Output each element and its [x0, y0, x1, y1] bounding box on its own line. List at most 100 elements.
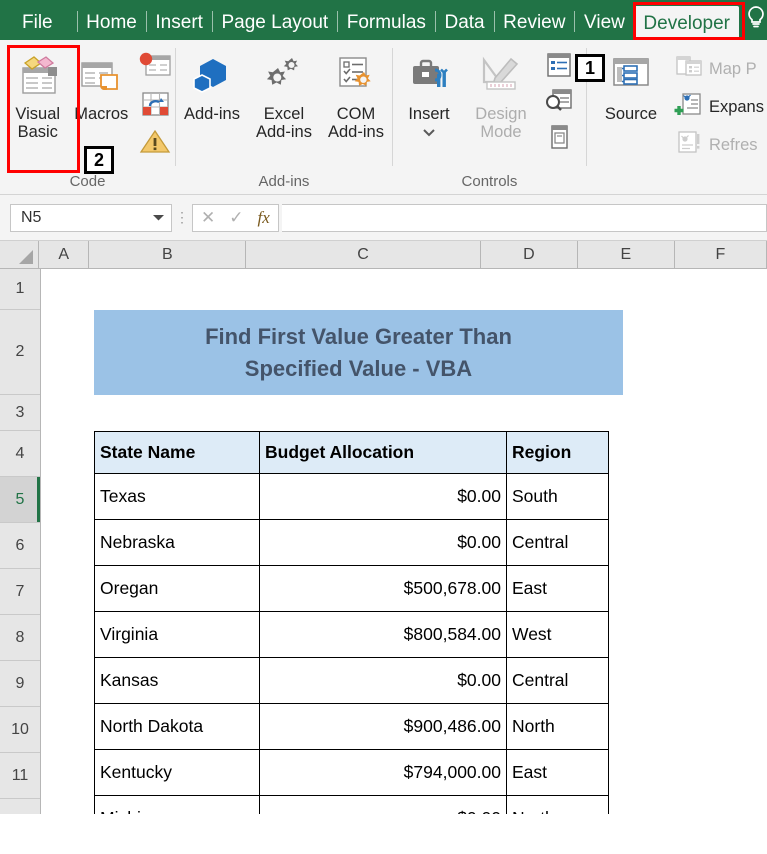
com-add-ins-button[interactable]: COM Add-ins	[320, 48, 392, 142]
cell-region[interactable]: South	[506, 473, 609, 520]
column-header-c[interactable]: C	[246, 241, 481, 268]
cell-state-name[interactable]: Texas	[94, 473, 260, 520]
cell-budget-allocation[interactable]: $0.00	[259, 795, 507, 814]
record-macro-button[interactable]	[135, 51, 175, 86]
column-header-b[interactable]: B	[89, 241, 247, 268]
properties-button[interactable]	[541, 51, 577, 84]
row-header-7[interactable]: 7	[0, 569, 40, 615]
use-relative-references-button[interactable]	[135, 89, 175, 124]
chevron-down-icon[interactable]	[422, 124, 436, 142]
cell-budget-allocation[interactable]: $0.00	[259, 657, 507, 704]
cell-budget-allocation[interactable]: $800,584.00	[259, 611, 507, 658]
tab-insert[interactable]: Insert	[146, 13, 212, 40]
cell-state-name[interactable]: Michigan	[94, 795, 260, 814]
sheet-area[interactable]: Find First Value Greater Than Specified …	[41, 269, 767, 814]
tab-page-layout[interactable]: Page Layout	[212, 13, 337, 40]
cell-state-name[interactable]: Kentucky	[94, 749, 260, 796]
tab-data[interactable]: Data	[435, 13, 493, 40]
fx-icon[interactable]: fx	[258, 208, 270, 228]
enter-icon[interactable]: ✓	[229, 208, 243, 228]
table-row[interactable]: Nebraska $0.00 Central	[94, 519, 609, 566]
tab-developer[interactable]: Developer	[634, 6, 740, 40]
ribbon-group-xml: Source Map P Expans Refres	[587, 40, 767, 194]
name-box[interactable]: N5	[10, 203, 172, 232]
table-row[interactable]: Virginia $800,584.00 West	[94, 611, 609, 658]
refresh-data-icon	[674, 130, 704, 160]
formula-bar: N5 ⋮ ✕ ✓ fx	[0, 195, 767, 241]
column-header-e[interactable]: E	[577, 241, 675, 268]
row-header-5[interactable]: 5	[0, 477, 40, 523]
macros-button[interactable]: Macros	[70, 48, 134, 123]
cell-region[interactable]: East	[506, 565, 609, 612]
com-add-ins-icon	[333, 52, 379, 100]
tab-file[interactable]: File	[0, 13, 77, 40]
table-row[interactable]: Michigan $0.00 North	[94, 795, 609, 814]
visual-basic-button[interactable]: Visual Basic	[6, 48, 70, 142]
excel-add-ins-button[interactable]: Excel Add-ins	[248, 48, 320, 142]
column-header-f[interactable]: F	[674, 241, 767, 268]
table-row[interactable]: Oregan $500,678.00 East	[94, 565, 609, 612]
table-row[interactable]: Kansas $0.00 Central	[94, 657, 609, 704]
cell-region[interactable]: Central	[506, 657, 609, 704]
cell-state-name[interactable]: North Dakota	[94, 703, 260, 750]
cell-budget-allocation[interactable]: $500,678.00	[259, 565, 507, 612]
table-row[interactable]: North Dakota $900,486.00 North	[94, 703, 609, 750]
cell-state-name[interactable]: Virginia	[94, 611, 260, 658]
chevron-down-icon[interactable]	[152, 209, 165, 227]
view-code-button[interactable]	[541, 87, 577, 120]
select-all-corner[interactable]	[0, 241, 39, 268]
refresh-data-label: Refres	[708, 135, 758, 154]
table-row[interactable]: Texas $0.00 South	[94, 473, 609, 520]
row-header-11[interactable]: 11	[0, 753, 40, 799]
row-header-10[interactable]: 10	[0, 707, 40, 753]
relative-references-icon	[138, 90, 172, 123]
macro-security-icon	[138, 128, 172, 159]
expansion-packs-button[interactable]: Expans	[671, 91, 767, 123]
grid-body: 1 2 3 4 5 6 7 8 9 10 11 12 Find First Va…	[0, 269, 767, 814]
cell-region[interactable]: West	[506, 611, 609, 658]
map-properties-icon	[674, 54, 704, 84]
data-table: State Name Budget Allocation Region Texa…	[94, 431, 609, 814]
cell-state-name[interactable]: Nebraska	[94, 519, 260, 566]
row-header-9[interactable]: 9	[0, 661, 40, 707]
insert-control-icon	[406, 52, 452, 100]
ribbon-tab-bar: File Home Insert Page Layout Formulas Da…	[0, 0, 767, 40]
cell-region[interactable]: Central	[506, 519, 609, 566]
cell-budget-allocation[interactable]: $0.00	[259, 473, 507, 520]
cancel-icon[interactable]: ✕	[201, 208, 215, 228]
map-properties-button[interactable]: Map P	[671, 53, 767, 85]
run-dialog-button[interactable]	[541, 123, 577, 156]
formula-bar-buttons: ✕ ✓ fx	[192, 203, 279, 232]
table-row[interactable]: Kentucky $794,000.00 East	[94, 749, 609, 796]
tab-view[interactable]: View	[575, 13, 634, 40]
row-header-8[interactable]: 8	[0, 615, 40, 661]
row-header-6[interactable]: 6	[0, 523, 40, 569]
refresh-data-button[interactable]: Refres	[671, 129, 767, 161]
xml-source-button[interactable]: Source	[595, 48, 667, 123]
column-header-a[interactable]: A	[39, 241, 90, 268]
row-header-3[interactable]: 3	[0, 395, 40, 431]
cell-state-name[interactable]: Kansas	[94, 657, 260, 704]
row-header-2[interactable]: 2	[0, 310, 40, 395]
row-header-4[interactable]: 4	[0, 431, 40, 477]
macro-security-button[interactable]	[135, 127, 175, 160]
design-mode-button[interactable]: Design Mode	[465, 48, 537, 142]
row-header-12[interactable]: 12	[0, 799, 40, 815]
cell-budget-allocation[interactable]: $0.00	[259, 519, 507, 566]
tab-review[interactable]: Review	[494, 13, 574, 40]
add-ins-button[interactable]: Add-ins	[176, 48, 248, 123]
row-header-1[interactable]: 1	[0, 269, 40, 310]
tab-home[interactable]: Home	[77, 13, 146, 40]
cell-region[interactable]: East	[506, 749, 609, 796]
formula-input[interactable]	[281, 203, 767, 232]
lightbulb-icon[interactable]	[745, 5, 767, 34]
insert-control-button[interactable]: Insert	[393, 48, 465, 142]
cell-state-name[interactable]: Oregan	[94, 565, 260, 612]
tab-formulas[interactable]: Formulas	[338, 13, 435, 40]
cell-region[interactable]: North	[506, 703, 609, 750]
cell-budget-allocation[interactable]: $794,000.00	[259, 749, 507, 796]
column-header-d[interactable]: D	[480, 241, 578, 268]
cell-region[interactable]: North	[506, 795, 609, 814]
cell-budget-allocation[interactable]: $900,486.00	[259, 703, 507, 750]
addins-group-label: Add-ins	[258, 173, 310, 190]
